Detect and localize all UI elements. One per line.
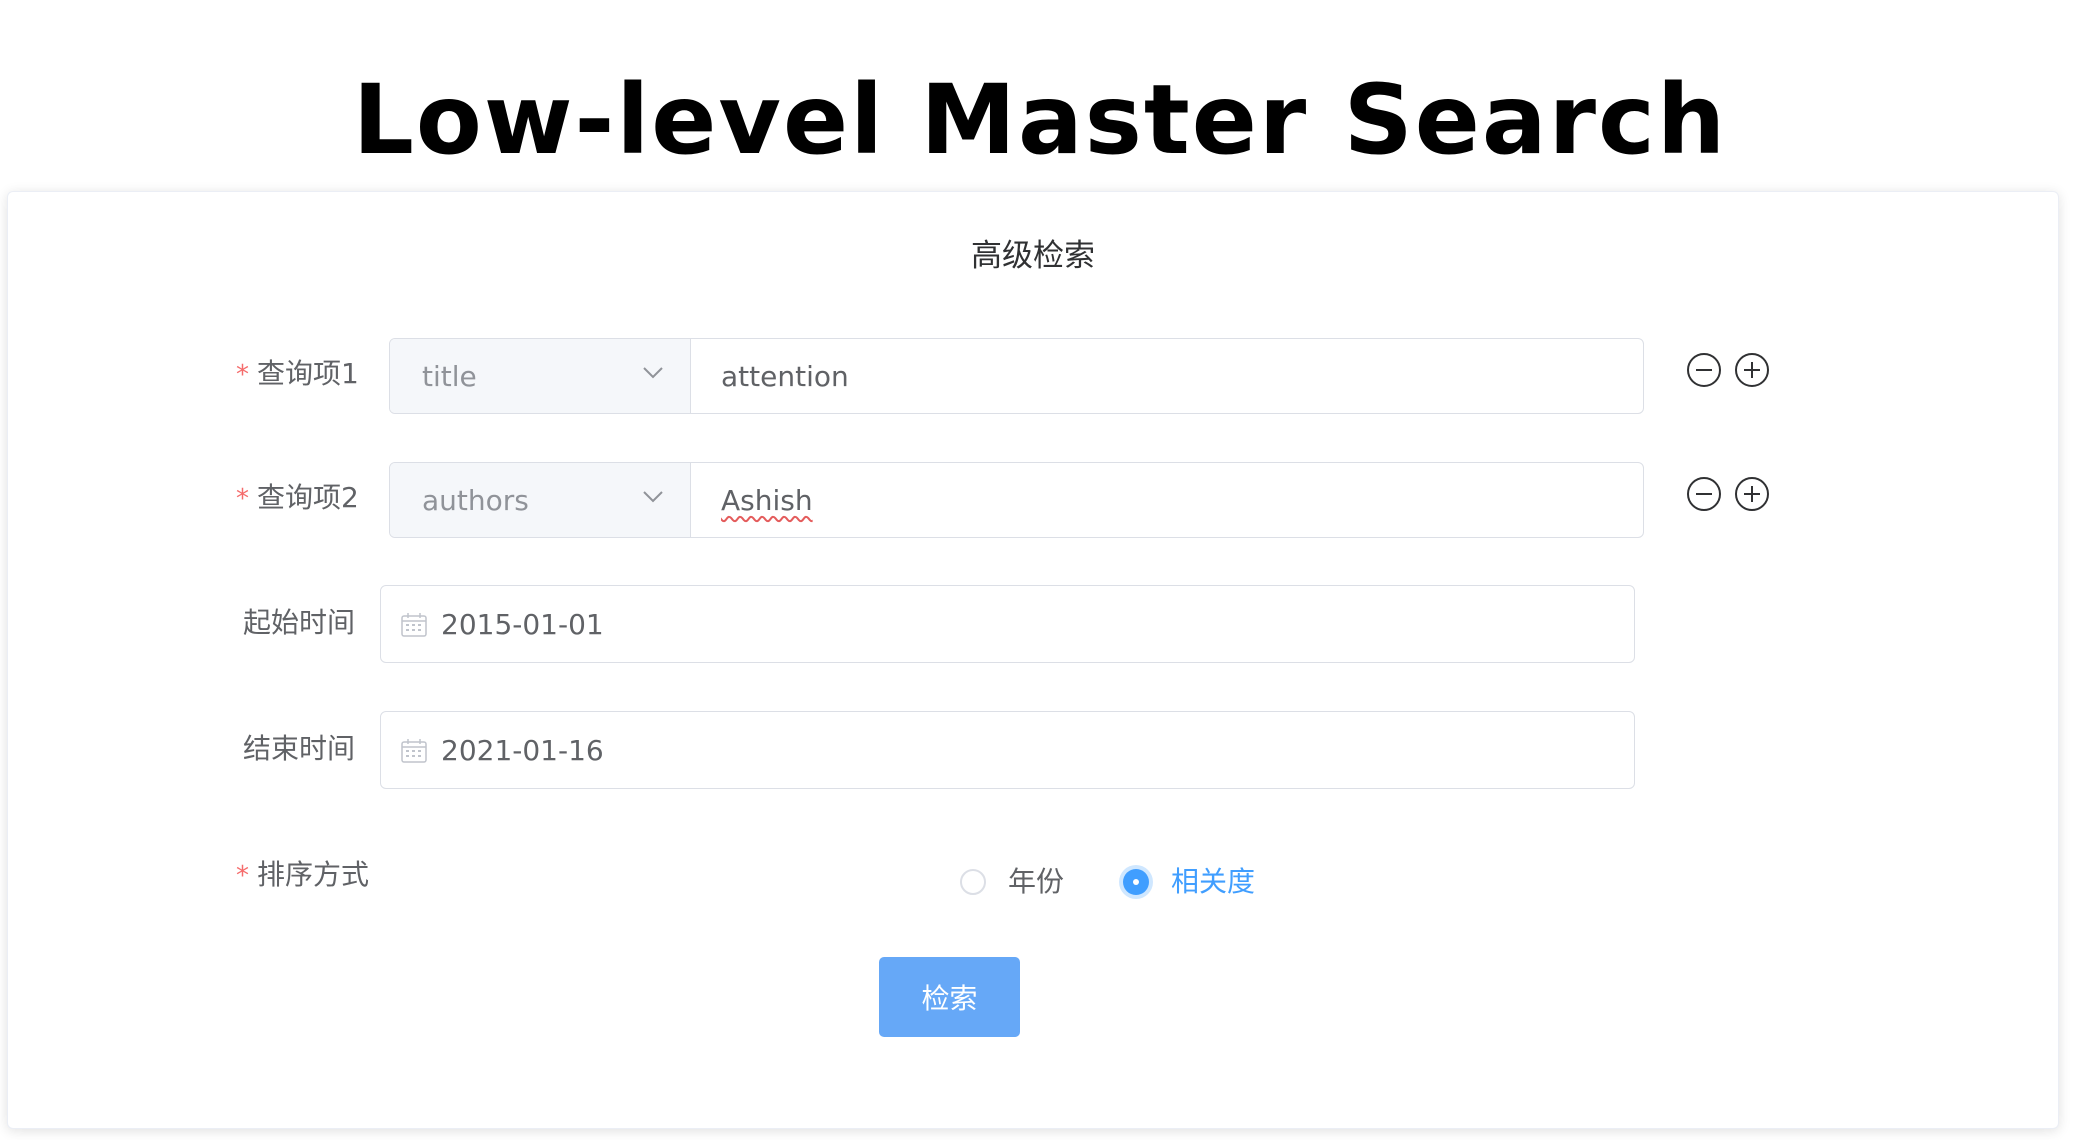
query-1-field-select[interactable]: title xyxy=(390,339,691,413)
sort-option-relevance-label: 相关度 xyxy=(1171,865,1256,898)
plus-circle-icon[interactable] xyxy=(1734,476,1770,512)
sort-label: * 排序方式 xyxy=(236,855,369,896)
search-button[interactable]: 检索 xyxy=(879,957,1020,1037)
required-marker: * xyxy=(236,360,249,390)
query-2-input-group: authors Ashish xyxy=(389,462,1644,538)
start-date-label: 起始时间 xyxy=(243,606,356,639)
plus-circle-icon[interactable] xyxy=(1734,352,1770,388)
query-1-value-input[interactable] xyxy=(691,339,1643,413)
query-2-value-text: Ashish xyxy=(721,483,813,517)
end-date-label: 结束时间 xyxy=(243,732,356,765)
required-marker: * xyxy=(236,484,249,514)
radio-unchecked-icon[interactable] xyxy=(960,869,986,895)
required-marker: * xyxy=(236,861,249,891)
query-2-field-select[interactable]: authors xyxy=(390,463,691,537)
query-2-label: * 查询项2 xyxy=(236,478,359,519)
query-1-label-text: 查询项1 xyxy=(257,357,359,390)
card-title: 高级检索 xyxy=(971,238,1095,274)
sort-label-text: 排序方式 xyxy=(257,858,370,891)
query-1-field-value: title xyxy=(422,360,477,393)
minus-circle-icon[interactable] xyxy=(1686,476,1722,512)
calendar-icon xyxy=(401,613,427,637)
end-date-value: 2021-01-16 xyxy=(441,734,604,767)
page-title: Low-level Master Search xyxy=(352,64,1728,177)
sort-option-year[interactable]: 年份 xyxy=(960,862,1064,902)
calendar-icon xyxy=(401,739,427,763)
sort-option-year-label: 年份 xyxy=(1008,865,1065,898)
start-date-picker[interactable]: 2015-01-01 xyxy=(380,585,1635,663)
query-2-label-text: 查询项2 xyxy=(257,481,359,514)
chevron-down-icon xyxy=(643,491,663,503)
query-1-label: * 查询项1 xyxy=(236,354,359,395)
query-2-field-value: authors xyxy=(422,484,529,517)
start-date-value: 2015-01-01 xyxy=(441,608,604,641)
query-2-value-input[interactable]: Ashish xyxy=(691,463,1643,537)
chevron-down-icon xyxy=(643,367,663,379)
end-date-picker[interactable]: 2021-01-16 xyxy=(380,711,1635,789)
query-1-input-group: title xyxy=(389,338,1644,414)
sort-option-relevance[interactable]: 相关度 xyxy=(1123,862,1255,902)
radio-checked-icon[interactable] xyxy=(1123,869,1149,895)
minus-circle-icon[interactable] xyxy=(1686,352,1722,388)
